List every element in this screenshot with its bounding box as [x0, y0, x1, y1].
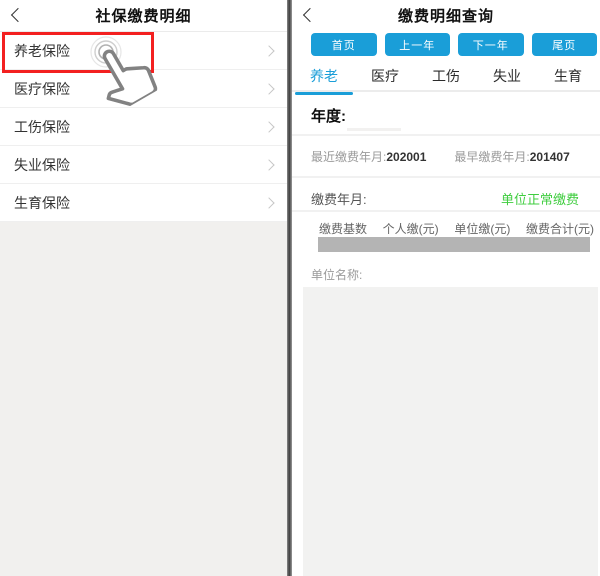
col-header-total: 缴费合计(元) [525, 222, 594, 236]
tab-unemployment[interactable]: 失业 [493, 66, 521, 86]
left-empty-area [0, 222, 287, 576]
section-divider [292, 176, 600, 178]
section-divider [292, 134, 600, 136]
payment-status-badge: 单位正常缴费 [500, 192, 579, 207]
list-item-label: 养老保险 [14, 42, 70, 59]
list-item-maternity[interactable]: 生育保险 [0, 184, 287, 222]
next-year-button[interactable]: 下一年 [458, 33, 524, 56]
recent-payment-month: 最近缴费年月:202001 [311, 150, 427, 164]
year-input-underline[interactable] [347, 128, 401, 131]
col-header-employer: 单位缴(元) [454, 222, 511, 236]
pager-button-row: 首页 上一年 下一年 尾页 [311, 33, 597, 56]
year-label: 年度: [311, 108, 346, 125]
section-divider [292, 210, 600, 212]
pay-month-label: 缴费年月: [311, 192, 367, 207]
list-item-pension[interactable]: 养老保险 [0, 32, 287, 70]
right-header: 缴费明细查询 [292, 0, 600, 31]
back-icon[interactable] [10, 7, 26, 23]
list-item-label: 医疗保险 [14, 80, 70, 97]
right-empty-area [303, 287, 598, 576]
tab-medical[interactable]: 医疗 [371, 66, 399, 86]
chevron-right-icon [263, 158, 275, 171]
page-title: 社保缴费明细 [95, 8, 192, 25]
right-screen-payment-detail-query: 缴费明细查询 首页 上一年 下一年 尾页 养老 医疗 工伤 失业 生育 年度: … [292, 0, 600, 576]
tab-pension[interactable]: 养老 [295, 66, 353, 95]
chevron-right-icon [263, 82, 275, 95]
chevron-right-icon [263, 120, 275, 133]
chevron-right-icon [263, 196, 275, 209]
page-title: 缴费明细查询 [397, 8, 494, 25]
payment-date-range: 最近缴费年月:202001 最早缴费年月:201407 [311, 148, 570, 165]
last-page-button[interactable]: 尾页 [531, 33, 597, 56]
col-header-base: 缴费基数 [319, 222, 368, 236]
list-item-label: 生育保险 [14, 194, 70, 211]
list-item-label: 工伤保险 [14, 118, 70, 135]
left-header: 社保缴费明细 [0, 0, 287, 32]
insurance-tabs: 养老 医疗 工伤 失业 生育 [292, 62, 600, 95]
list-item-work-injury[interactable]: 工伤保险 [0, 108, 287, 146]
previous-year-button[interactable]: 上一年 [384, 33, 450, 56]
earliest-payment-month: 最早缴费年月:201407 [454, 150, 570, 164]
tab-maternity[interactable]: 生育 [554, 66, 582, 86]
left-screen-social-insurance-detail: 社保缴费明细 养老保险 医疗保险 工伤保险 失业保险 生育保险 [0, 0, 287, 576]
payment-table-header: 缴费基数 个人缴(元) 单位缴(元) 缴费合计(元) [319, 220, 594, 237]
col-header-personal: 个人缴(元) [382, 222, 439, 236]
list-item-unemployment[interactable]: 失业保险 [0, 146, 287, 184]
redacted-data-row [318, 237, 590, 252]
tab-work-injury[interactable]: 工伤 [432, 66, 460, 86]
pay-month-row: 缴费年月: 单位正常缴费 [311, 189, 579, 208]
chevron-right-icon [263, 44, 275, 57]
list-item-label: 失业保险 [14, 156, 70, 173]
first-page-button[interactable]: 首页 [311, 33, 377, 56]
list-item-medical[interactable]: 医疗保险 [0, 70, 287, 108]
back-icon[interactable] [302, 7, 318, 23]
company-name-label: 单位名称: [311, 268, 363, 282]
